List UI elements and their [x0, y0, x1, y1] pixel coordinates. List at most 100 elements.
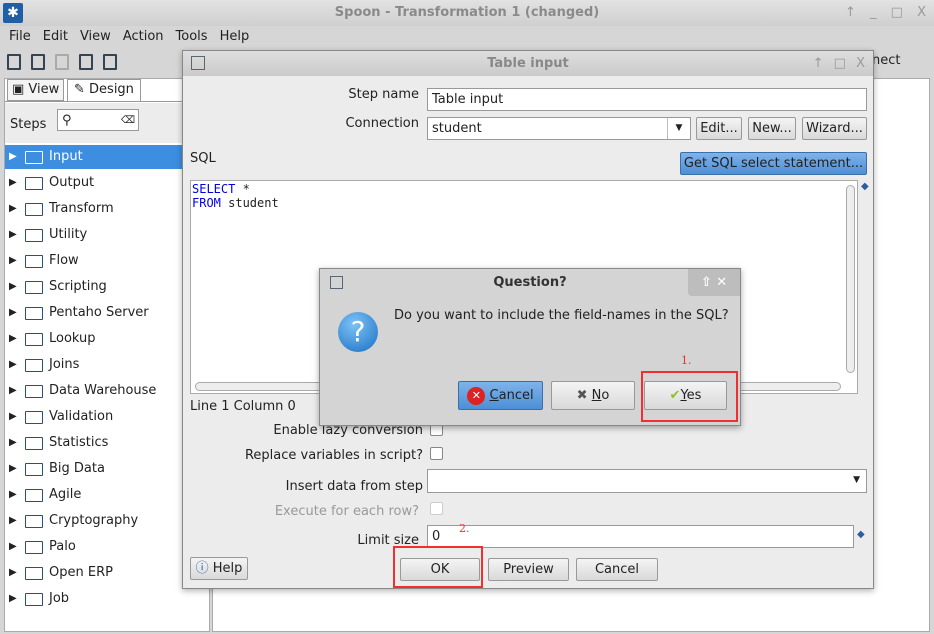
menu-view[interactable]: View: [74, 26, 117, 48]
connect-label[interactable]: nect: [872, 53, 900, 68]
folder-icon: [25, 359, 43, 372]
tree-item-pentaho-server[interactable]: ▶ Pentaho Server: [5, 301, 207, 325]
tab-design[interactable]: ✎ Design: [67, 79, 141, 101]
app-title: Spoon - Transformation 1 (changed): [334, 5, 600, 20]
edit-connection-button[interactable]: Edit...: [696, 117, 742, 140]
tree-item-label: Transform: [49, 201, 114, 216]
cancel-button[interactable]: Cancel: [576, 558, 658, 581]
vertical-scrollbar[interactable]: [846, 185, 855, 373]
expand-arrow-icon[interactable]: ▶: [9, 223, 17, 247]
tree-item-data-warehouse[interactable]: ▶ Data Warehouse: [5, 379, 207, 403]
menu-edit[interactable]: Edit: [37, 26, 74, 48]
tree-item-utility[interactable]: ▶ Utility: [5, 223, 207, 247]
expand-arrow-icon[interactable]: ▶: [9, 249, 17, 273]
tree-item-label: Lookup: [49, 331, 96, 346]
maximize-button[interactable]: □: [891, 5, 903, 20]
annotation-box-yes: [641, 371, 738, 422]
open-file-icon[interactable]: [31, 54, 45, 70]
tree-item-label: Validation: [49, 409, 114, 424]
tree-item-cryptography[interactable]: ▶ Cryptography: [5, 509, 207, 533]
execute-each-row-checkbox[interactable]: [430, 502, 443, 515]
steps-panel: ▣ View ✎ Design Steps ⚲ ⌫ ▶ Input ▶ Output ▶ T…: [4, 78, 210, 632]
question-controls[interactable]: ⇧ ✕: [688, 269, 740, 296]
tree-item-transform[interactable]: ▶ Transform: [5, 197, 207, 221]
menu-tools[interactable]: Tools: [170, 26, 214, 48]
expand-arrow-icon[interactable]: ▶: [9, 275, 17, 299]
tree-item-label: Palo: [49, 539, 76, 554]
expand-arrow-icon[interactable]: ▶: [9, 509, 17, 533]
limit-size-input[interactable]: 0: [427, 525, 854, 548]
expand-arrow-icon[interactable]: ▶: [9, 145, 17, 169]
app-title-bar: ✱ Spoon - Transformation 1 (changed) ↑ _…: [0, 0, 934, 26]
folder-icon: [25, 333, 43, 346]
help-button[interactable]: ⓘ Help: [190, 557, 248, 580]
expand-arrow-icon[interactable]: ▶: [9, 327, 17, 351]
tree-item-input[interactable]: ▶ Input: [5, 145, 207, 169]
tree-item-label: Big Data: [49, 461, 105, 476]
connection-label: Connection: [345, 116, 419, 131]
tree-item-label: Scripting: [49, 279, 107, 294]
clear-icon[interactable]: ⌫: [121, 110, 135, 131]
tree-item-label: Flow: [49, 253, 79, 268]
folder-icon: [25, 541, 43, 554]
save-as-icon[interactable]: [103, 54, 117, 70]
wizard-button[interactable]: Wizard...: [802, 117, 867, 140]
chevron-down-icon[interactable]: ▼: [853, 470, 860, 491]
dialog-controls[interactable]: ↑ □ X: [813, 51, 865, 76]
restore-button[interactable]: ↑: [845, 5, 856, 20]
window-controls[interactable]: ↑ _ □ X: [845, 0, 926, 26]
tree-item-open-erp[interactable]: ▶ Open ERP: [5, 561, 207, 585]
chevron-down-icon[interactable]: ▼: [667, 118, 690, 139]
expand-arrow-icon[interactable]: ▶: [9, 587, 17, 611]
tree-item-label: Utility: [49, 227, 88, 242]
save-icon[interactable]: [79, 54, 93, 70]
folder-icon: [25, 385, 43, 398]
expand-arrow-icon[interactable]: ▶: [9, 483, 17, 507]
tree-item-output[interactable]: ▶ Output: [5, 171, 207, 195]
connection-select[interactable]: student: [427, 117, 691, 140]
expand-arrow-icon[interactable]: ▶: [9, 353, 17, 377]
expand-arrow-icon[interactable]: ▶: [9, 171, 17, 195]
insert-data-select[interactable]: ▼: [427, 469, 867, 493]
expand-arrow-icon[interactable]: ▶: [9, 301, 17, 325]
new-file-icon[interactable]: [7, 54, 21, 70]
tree-item-lookup[interactable]: ▶ Lookup: [5, 327, 207, 351]
folder-icon: [25, 255, 43, 268]
tree-item-agile[interactable]: ▶ Agile: [5, 483, 207, 507]
expand-arrow-icon[interactable]: ▶: [9, 457, 17, 481]
menu-bar: File Edit View Action Tools Help: [0, 26, 934, 48]
tree-item-scripting[interactable]: ▶ Scripting: [5, 275, 207, 299]
expand-arrow-icon[interactable]: ▶: [9, 379, 17, 403]
expand-arrow-icon[interactable]: ▶: [9, 561, 17, 585]
explore-icon[interactable]: [55, 54, 69, 70]
question-cancel-button[interactable]: ✕ Cancel: [458, 381, 543, 410]
tab-view[interactable]: ▣ View: [7, 79, 65, 101]
close-button[interactable]: X: [917, 5, 926, 20]
tree-item-job[interactable]: ▶ Job: [5, 587, 207, 611]
expand-arrow-icon[interactable]: ▶: [9, 197, 17, 221]
get-sql-button[interactable]: Get SQL select statement...: [680, 152, 867, 175]
steps-search-input[interactable]: ⚲ ⌫: [57, 109, 139, 131]
tree-item-flow[interactable]: ▶ Flow: [5, 249, 207, 273]
step-name-input[interactable]: Table input: [427, 88, 867, 111]
tree-item-big-data[interactable]: ▶ Big Data: [5, 457, 207, 481]
help-icon: ⓘ: [195, 561, 209, 576]
tree-item-label: Open ERP: [49, 565, 113, 580]
tree-item-palo[interactable]: ▶ Palo: [5, 535, 207, 559]
replace-variables-checkbox[interactable]: [430, 447, 443, 460]
folder-icon: [25, 411, 43, 424]
question-no-button[interactable]: ✖ No: [551, 381, 635, 410]
minimize-button[interactable]: _: [870, 5, 877, 20]
menu-file[interactable]: File: [3, 26, 37, 48]
expand-arrow-icon[interactable]: ▶: [9, 535, 17, 559]
menu-help[interactable]: Help: [214, 26, 256, 48]
tree-item-joins[interactable]: ▶ Joins: [5, 353, 207, 377]
step-name-label: Step name: [348, 87, 419, 102]
expand-arrow-icon[interactable]: ▶: [9, 405, 17, 429]
tree-item-validation[interactable]: ▶ Validation: [5, 405, 207, 429]
menu-action[interactable]: Action: [117, 26, 170, 48]
expand-arrow-icon[interactable]: ▶: [9, 431, 17, 455]
new-connection-button[interactable]: New...: [748, 117, 796, 140]
tree-item-statistics[interactable]: ▶ Statistics: [5, 431, 207, 455]
preview-button[interactable]: Preview: [488, 558, 569, 581]
